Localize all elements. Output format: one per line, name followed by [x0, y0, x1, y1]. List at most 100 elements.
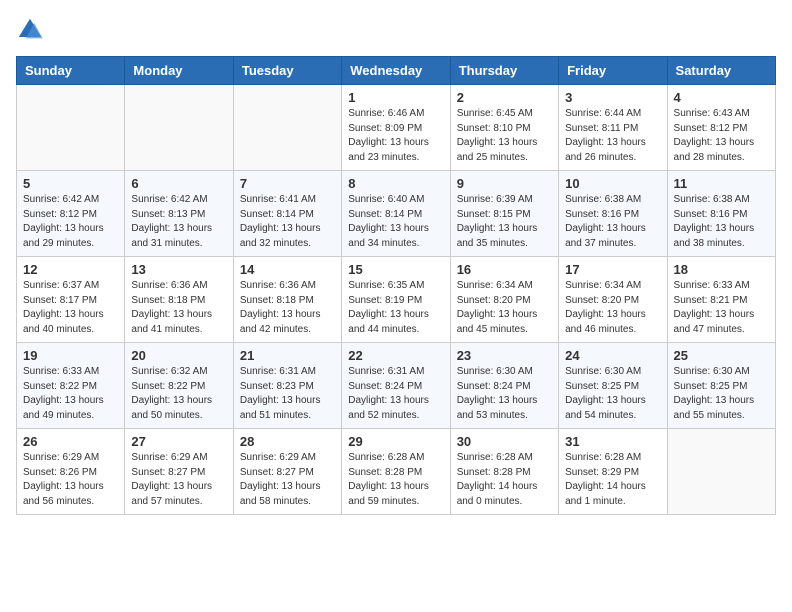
- calendar-cell: 4Sunrise: 6:43 AM Sunset: 8:12 PM Daylig…: [667, 85, 775, 171]
- calendar-cell: [17, 85, 125, 171]
- calendar-cell: 30 Sunrise: 6:28 AM Sunset: 8:28 PM Dayli…: [450, 429, 558, 515]
- day-number: 28: [240, 434, 335, 449]
- day-info: Sunrise: 6:31 AM Sunset: 8:24 PM Dayligh…: [348, 365, 443, 423]
- day-number: 15: [348, 262, 443, 277]
- day-info: Sunrise: 6:33 AM Sunset: 8:22 PM Dayligh…: [23, 365, 118, 423]
- day-number: 6: [131, 176, 226, 191]
- day-number: 1: [348, 90, 443, 105]
- calendar-cell: 26Sunrise: 6:29 AM Sunset: 8:26 PM Dayli…: [17, 429, 125, 515]
- column-header-sunday: Sunday: [17, 57, 125, 85]
- calendar-cell: 6 Sunrise: 6:42 AM Sunset: 8:13 PM Daylig…: [125, 171, 233, 257]
- day-info: Sunrise: 6:29 AM Sunset: 8:27 PM Dayligh…: [240, 451, 335, 509]
- calendar-cell: [233, 85, 341, 171]
- day-number: 24: [565, 348, 660, 363]
- calendar-cell: 16 Sunrise: 6:34 AM Sunset: 8:20 PM Dayli…: [450, 257, 558, 343]
- calendar-cell: 5 Sunrise: 6:42 AM Sunset: 8:12 PM Daylig…: [17, 171, 125, 257]
- logo: [16, 16, 48, 44]
- day-number: 25: [674, 348, 769, 363]
- calendar-week-3: 12 Sunrise: 6:37 AM Sunset: 8:17 PM Dayli…: [17, 257, 776, 343]
- day-info: Sunrise: 6:34 AM Sunset: 8:20 PM Dayligh…: [457, 279, 552, 337]
- calendar-cell: 11 Sunrise: 6:38 AM Sunset: 8:16 PM Dayli…: [667, 171, 775, 257]
- calendar-cell: 22 Sunrise: 6:31 AM Sunset: 8:24 PM Dayli…: [342, 343, 450, 429]
- column-header-tuesday: Tuesday: [233, 57, 341, 85]
- day-number: 30: [457, 434, 552, 449]
- logo-icon: [16, 16, 44, 44]
- day-info: Sunrise: 6:41 AM Sunset: 8:14 PM Dayligh…: [240, 193, 335, 251]
- calendar-cell: 19 Sunrise: 6:33 AM Sunset: 8:22 PM Dayli…: [17, 343, 125, 429]
- day-number: 31: [565, 434, 660, 449]
- column-header-wednesday: Wednesday: [342, 57, 450, 85]
- day-number: 18: [674, 262, 769, 277]
- calendar-table: SundayMondayTuesdayWednesdayThursdayFrid…: [16, 56, 776, 515]
- calendar-cell: 17 Sunrise: 6:34 AM Sunset: 8:20 PM Dayli…: [559, 257, 667, 343]
- day-info: Sunrise: 6:30 AM Sunset: 8:25 PM Dayligh…: [565, 365, 660, 423]
- calendar-cell: 25Sunrise: 6:30 AM Sunset: 8:25 PM Dayli…: [667, 343, 775, 429]
- day-info: Sunrise: 6:28 AM Sunset: 8:29 PM Dayligh…: [565, 451, 660, 509]
- day-info: Sunrise: 6:34 AM Sunset: 8:20 PM Dayligh…: [565, 279, 660, 337]
- day-info: Sunrise: 6:35 AM Sunset: 8:19 PM Dayligh…: [348, 279, 443, 337]
- day-number: 12: [23, 262, 118, 277]
- column-header-thursday: Thursday: [450, 57, 558, 85]
- day-info: Sunrise: 6:44 AM Sunset: 8:11 PM Dayligh…: [565, 107, 660, 165]
- day-number: 7: [240, 176, 335, 191]
- calendar-cell: 10Sunrise: 6:38 AM Sunset: 8:16 PM Dayli…: [559, 171, 667, 257]
- column-header-monday: Monday: [125, 57, 233, 85]
- day-info: Sunrise: 6:28 AM Sunset: 8:28 PM Dayligh…: [457, 451, 552, 509]
- day-number: 16: [457, 262, 552, 277]
- calendar-cell: 21 Sunrise: 6:31 AM Sunset: 8:23 PM Dayli…: [233, 343, 341, 429]
- day-number: 17: [565, 262, 660, 277]
- calendar-cell: 12 Sunrise: 6:37 AM Sunset: 8:17 PM Dayli…: [17, 257, 125, 343]
- day-number: 20: [131, 348, 226, 363]
- day-info: Sunrise: 6:37 AM Sunset: 8:17 PM Dayligh…: [23, 279, 118, 337]
- page-header: [16, 16, 776, 44]
- day-number: 11: [674, 176, 769, 191]
- day-number: 3: [565, 90, 660, 105]
- day-number: 22: [348, 348, 443, 363]
- calendar-week-2: 5 Sunrise: 6:42 AM Sunset: 8:12 PM Daylig…: [17, 171, 776, 257]
- day-info: Sunrise: 6:28 AM Sunset: 8:28 PM Dayligh…: [348, 451, 443, 509]
- calendar-cell: 15 Sunrise: 6:35 AM Sunset: 8:19 PM Dayli…: [342, 257, 450, 343]
- column-header-friday: Friday: [559, 57, 667, 85]
- calendar-cell: 27Sunrise: 6:29 AM Sunset: 8:27 PM Dayli…: [125, 429, 233, 515]
- calendar-cell: 24 Sunrise: 6:30 AM Sunset: 8:25 PM Dayli…: [559, 343, 667, 429]
- calendar-cell: 18 Sunrise: 6:33 AM Sunset: 8:21 PM Dayli…: [667, 257, 775, 343]
- day-number: 8: [348, 176, 443, 191]
- day-info: Sunrise: 6:42 AM Sunset: 8:12 PM Dayligh…: [23, 193, 118, 251]
- calendar-cell: [125, 85, 233, 171]
- day-info: Sunrise: 6:30 AM Sunset: 8:24 PM Dayligh…: [457, 365, 552, 423]
- day-number: 14: [240, 262, 335, 277]
- day-info: Sunrise: 6:42 AM Sunset: 8:13 PM Dayligh…: [131, 193, 226, 251]
- day-number: 29: [348, 434, 443, 449]
- day-number: 23: [457, 348, 552, 363]
- day-info: Sunrise: 6:40 AM Sunset: 8:14 PM Dayligh…: [348, 193, 443, 251]
- day-number: 19: [23, 348, 118, 363]
- calendar-cell: 13 Sunrise: 6:36 AM Sunset: 8:18 PM Dayli…: [125, 257, 233, 343]
- day-number: 21: [240, 348, 335, 363]
- calendar-cell: 20Sunrise: 6:32 AM Sunset: 8:22 PM Dayli…: [125, 343, 233, 429]
- day-info: Sunrise: 6:33 AM Sunset: 8:21 PM Dayligh…: [674, 279, 769, 337]
- day-info: Sunrise: 6:31 AM Sunset: 8:23 PM Dayligh…: [240, 365, 335, 423]
- calendar-cell: 28 Sunrise: 6:29 AM Sunset: 8:27 PM Dayli…: [233, 429, 341, 515]
- calendar-cell: 31 Sunrise: 6:28 AM Sunset: 8:29 PM Dayli…: [559, 429, 667, 515]
- calendar-cell: 9 Sunrise: 6:39 AM Sunset: 8:15 PM Daylig…: [450, 171, 558, 257]
- calendar-cell: [667, 429, 775, 515]
- day-number: 13: [131, 262, 226, 277]
- day-info: Sunrise: 6:46 AM Sunset: 8:09 PM Dayligh…: [348, 107, 443, 165]
- calendar-cell: 3 Sunrise: 6:44 AM Sunset: 8:11 PM Daylig…: [559, 85, 667, 171]
- day-info: Sunrise: 6:36 AM Sunset: 8:18 PM Dayligh…: [131, 279, 226, 337]
- day-number: 10: [565, 176, 660, 191]
- day-number: 26: [23, 434, 118, 449]
- calendar-cell: 23 Sunrise: 6:30 AM Sunset: 8:24 PM Dayli…: [450, 343, 558, 429]
- day-info: Sunrise: 6:39 AM Sunset: 8:15 PM Dayligh…: [457, 193, 552, 251]
- day-info: Sunrise: 6:45 AM Sunset: 8:10 PM Dayligh…: [457, 107, 552, 165]
- calendar-header-row: SundayMondayTuesdayWednesdayThursdayFrid…: [17, 57, 776, 85]
- calendar-cell: 14Sunrise: 6:36 AM Sunset: 8:18 PM Dayli…: [233, 257, 341, 343]
- day-info: Sunrise: 6:38 AM Sunset: 8:16 PM Dayligh…: [674, 193, 769, 251]
- calendar-week-1: 1 Sunrise: 6:46 AM Sunset: 8:09 PM Daylig…: [17, 85, 776, 171]
- day-number: 9: [457, 176, 552, 191]
- day-info: Sunrise: 6:43 AM Sunset: 8:12 PM Dayligh…: [674, 107, 769, 165]
- calendar-cell: 29 Sunrise: 6:28 AM Sunset: 8:28 PM Dayli…: [342, 429, 450, 515]
- day-number: 2: [457, 90, 552, 105]
- column-header-saturday: Saturday: [667, 57, 775, 85]
- day-number: 5: [23, 176, 118, 191]
